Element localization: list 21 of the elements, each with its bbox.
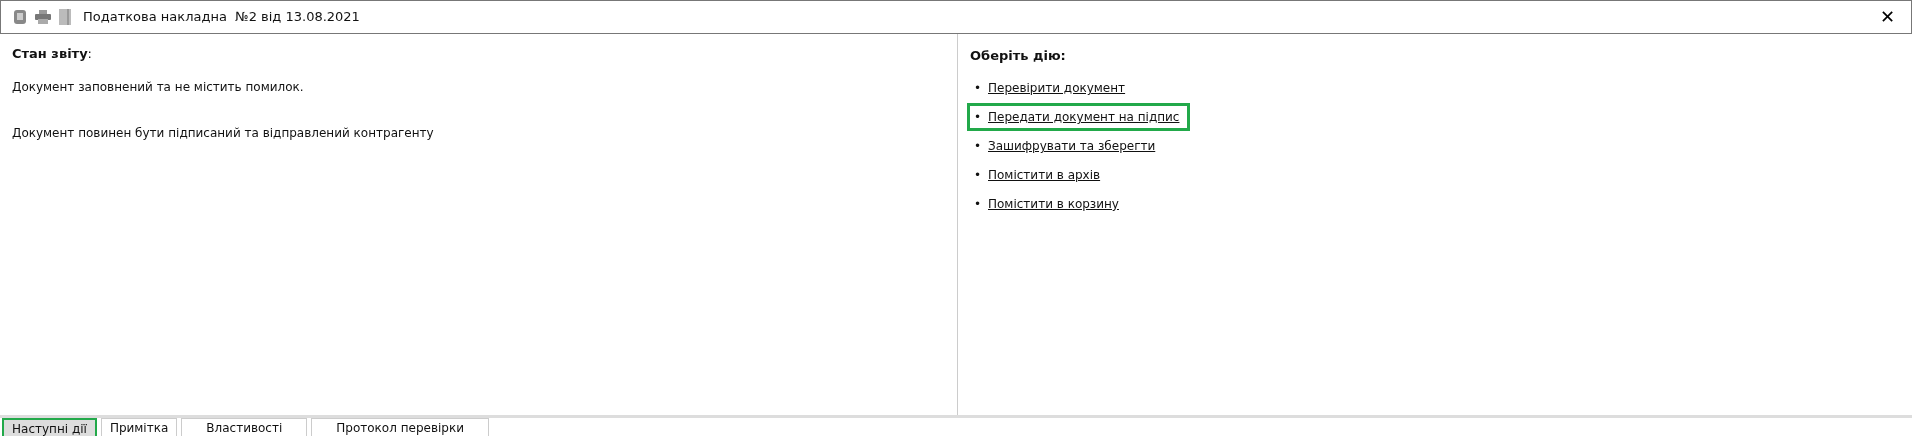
action-link[interactable]: Перевірити документ	[988, 79, 1126, 97]
actions-heading: Оберіть дію:	[970, 47, 1067, 65]
close-button[interactable]: ✕	[1875, 8, 1899, 26]
action-link[interactable]: Помістити в архів	[988, 166, 1101, 184]
tab[interactable]: Примітка	[100, 418, 178, 436]
bullet: •	[974, 167, 983, 184]
action-link[interactable]: Передати документ на підпис	[988, 108, 1180, 126]
tab[interactable]: Наступні дії	[2, 418, 97, 436]
bullet: •	[974, 109, 983, 126]
status-message: Документ заповнений та не містить помилок.	[12, 78, 305, 96]
bullet: •	[974, 80, 983, 97]
status-heading: Стан звіту:	[12, 45, 93, 63]
bullet: •	[974, 196, 983, 213]
action-link[interactable]: Зашифрувати та зберегти	[988, 137, 1156, 155]
action-link[interactable]: Помістити в корзину	[988, 195, 1119, 213]
tab[interactable]: Властивості	[181, 418, 308, 436]
printer-icon[interactable]	[35, 10, 51, 24]
tab[interactable]: Протокол перевірки	[311, 418, 489, 436]
window-title: Податкова накладна №2 від 13.08.2021	[83, 8, 360, 27]
status-message: Документ повинен бути підписаний та відправлений контрагенту	[12, 124, 435, 142]
bullet: •	[974, 138, 983, 155]
